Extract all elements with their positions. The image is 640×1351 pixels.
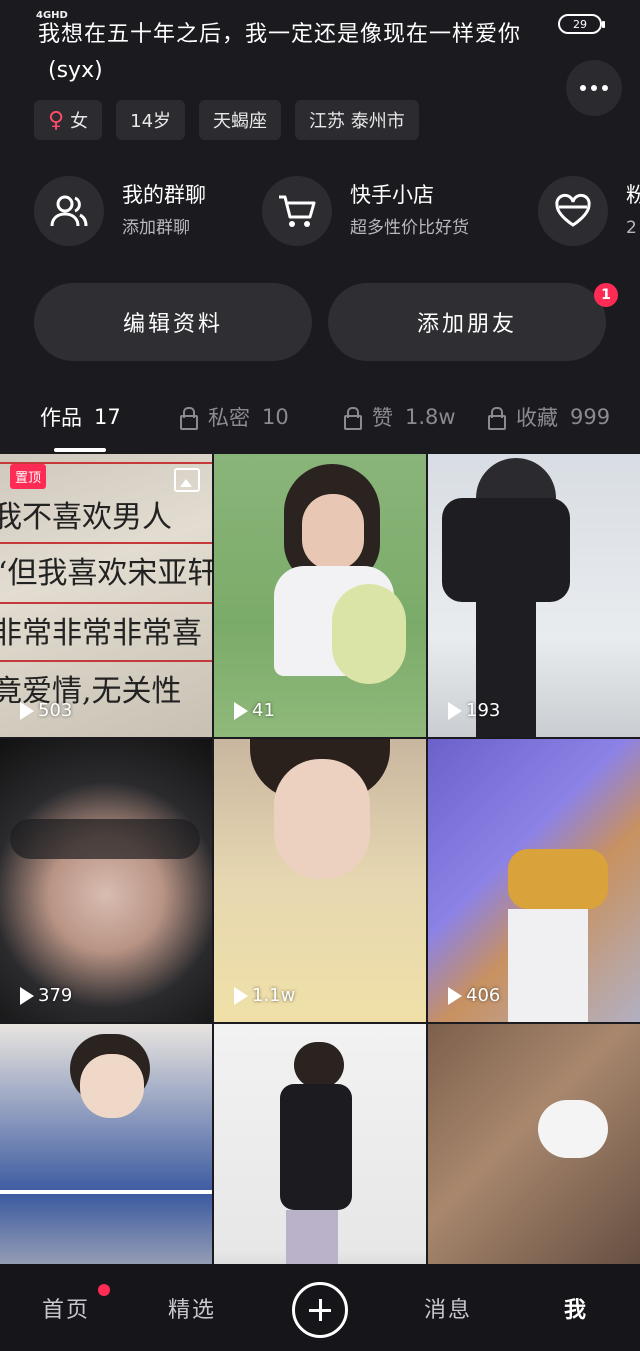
pinned-badge: 置顶 [10,464,47,489]
female-icon: ♀ [48,107,65,133]
play-icon [20,701,34,720]
view-count: 406 [448,985,500,1006]
more-icon [580,85,586,91]
video-grid: 我不喜欢男人 “但我喜欢宋亚轩 非常非常非常喜 竟爱情,无关性 置顶 503 4… [0,454,640,1307]
view-count: 193 [448,700,500,721]
zodiac-tag: 天蝎座 [199,100,282,140]
profile-bio-signature: (syx) [48,58,103,83]
play-icon [234,701,248,720]
nav-featured[interactable]: 精选 [168,1292,216,1324]
video-thumbnail[interactable]: 1.1w [214,739,426,1022]
view-count: 379 [20,985,72,1006]
battery-indicator: 29 [558,14,605,34]
lock-icon [344,407,362,430]
create-button[interactable] [292,1282,348,1338]
cart-icon [262,176,332,246]
nav-messages[interactable]: 消息 [424,1292,472,1324]
gender-tag: ♀ 女 [34,100,103,140]
quick-entries: 我的群聊 添加群聊 快手小店 超多性价比好货 粉 2 [34,176,640,248]
entry-group-chat[interactable]: 我的群聊 添加群聊 [34,176,206,246]
play-icon [20,986,34,1005]
nav-me[interactable]: 我 [564,1292,588,1324]
tab-likes[interactable]: 赞 1.8w [344,402,456,432]
edit-profile-button[interactable]: 编辑资料 [34,283,312,361]
notification-dot [98,1284,110,1296]
video-thumbnail[interactable]: 406 [428,739,640,1022]
view-count: 503 [20,700,72,721]
tab-favorites[interactable]: 收藏 999 [488,402,610,432]
notification-badge: 1 [594,283,618,307]
age-tag: 14岁 [116,100,186,140]
entry-shop[interactable]: 快手小店 超多性价比好货 [262,176,469,246]
video-thumbnail[interactable]: 379 [0,739,212,1022]
tab-works[interactable]: 作品 17 [40,402,121,432]
profile-tags: ♀ 女 14岁 天蝎座 江苏 泰州市 [34,100,419,140]
add-friend-button[interactable]: 添加朋友 [328,283,606,361]
video-thumbnail[interactable]: 193 [428,454,640,737]
content-tabs: 作品 17 私密 10 赞 1.8w 收藏 999 [0,396,640,446]
lock-icon [180,407,198,430]
view-count: 41 [234,700,275,721]
profile-bio: 我想在五十年之后，我一定还是像现在一样爱你 [38,22,522,47]
bottom-navigation: 首页 精选 消息 我 [0,1264,640,1351]
video-thumbnail[interactable]: 41 [214,454,426,737]
play-icon [448,701,462,720]
tab-private[interactable]: 私密 10 [180,402,289,432]
view-count: 1.1w [234,985,295,1006]
lock-icon [488,407,506,430]
heart-icon [538,176,608,246]
active-tab-indicator [54,448,106,452]
play-icon [234,986,248,1005]
nav-home[interactable]: 首页 [42,1292,90,1324]
location-tag: 江苏 泰州市 [295,100,419,140]
video-thumbnail[interactable]: 我不喜欢男人 “但我喜欢宋亚轩 非常非常非常喜 竟爱情,无关性 置顶 503 [0,454,212,737]
entry-fans[interactable]: 粉 2 [538,176,640,246]
play-icon [448,986,462,1005]
more-options-button[interactable] [566,60,622,116]
image-icon [174,468,200,492]
group-icon [34,176,104,246]
